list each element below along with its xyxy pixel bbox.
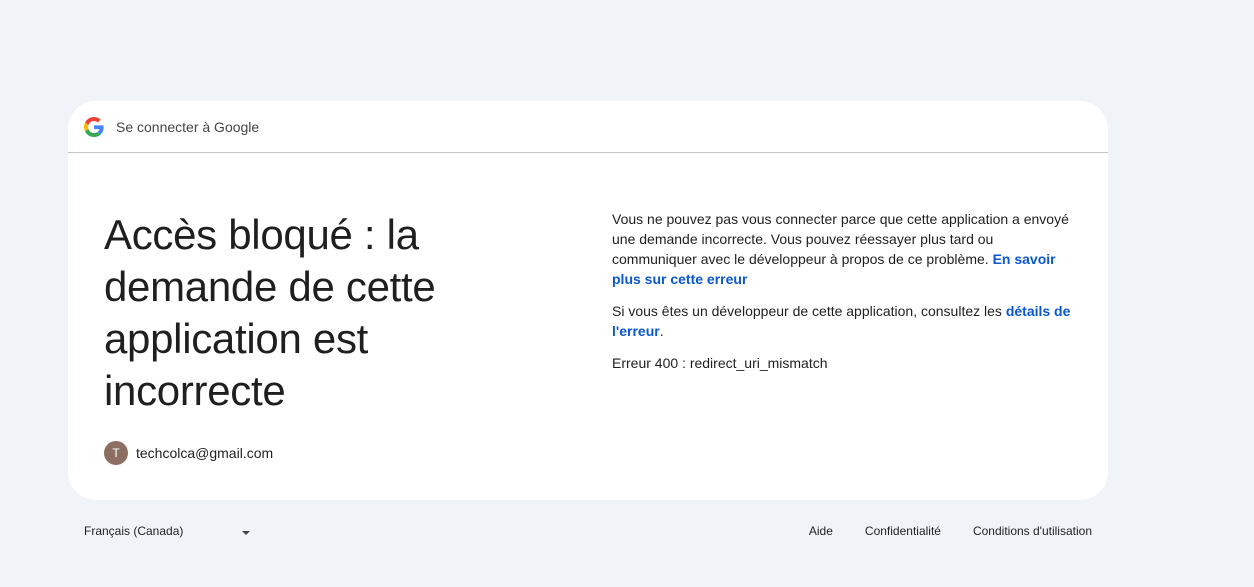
page-title: Accès bloqué : la demande de cette appli… <box>104 211 436 414</box>
language-label: Français (Canada) <box>84 524 184 538</box>
avatar: T <box>104 441 128 465</box>
language-selector[interactable]: Français (Canada) <box>84 524 183 538</box>
developer-note-end: . <box>659 323 664 339</box>
privacy-link[interactable]: Confidentialité <box>865 524 941 538</box>
right-column: Vous ne pouvez pas vous connecter parce … <box>612 209 1072 385</box>
account-chip: T techcolca@gmail.com <box>104 441 273 465</box>
header-title: Se connecter à Google <box>116 118 260 135</box>
footer: Français (Canada) Aide Confidentialité C… <box>68 520 1108 546</box>
signin-card: Se connecter à Google Accès bloqué : la … <box>68 101 1108 500</box>
terms-link[interactable]: Conditions d'utilisation <box>973 524 1092 538</box>
account-email: techcolca@gmail.com <box>136 445 274 461</box>
help-link[interactable]: Aide <box>809 524 833 538</box>
left-column: Accès bloqué : la demande de cette appli… <box>104 209 524 417</box>
error-description: Vous ne pouvez pas vous connecter parce … <box>612 209 1072 289</box>
google-logo-icon <box>84 116 104 137</box>
caret-down-icon[interactable] <box>242 531 250 535</box>
developer-note: Si vous êtes un développeur de cette app… <box>612 301 1072 341</box>
developer-note-text: Si vous êtes un développeur de cette app… <box>612 303 1006 319</box>
card-header: Se connecter à Google <box>68 101 1108 153</box>
error-code: Erreur 400 : redirect_uri_mismatch <box>612 355 828 371</box>
footer-links: Aide Confidentialité Conditions d'utilis… <box>777 524 1092 538</box>
